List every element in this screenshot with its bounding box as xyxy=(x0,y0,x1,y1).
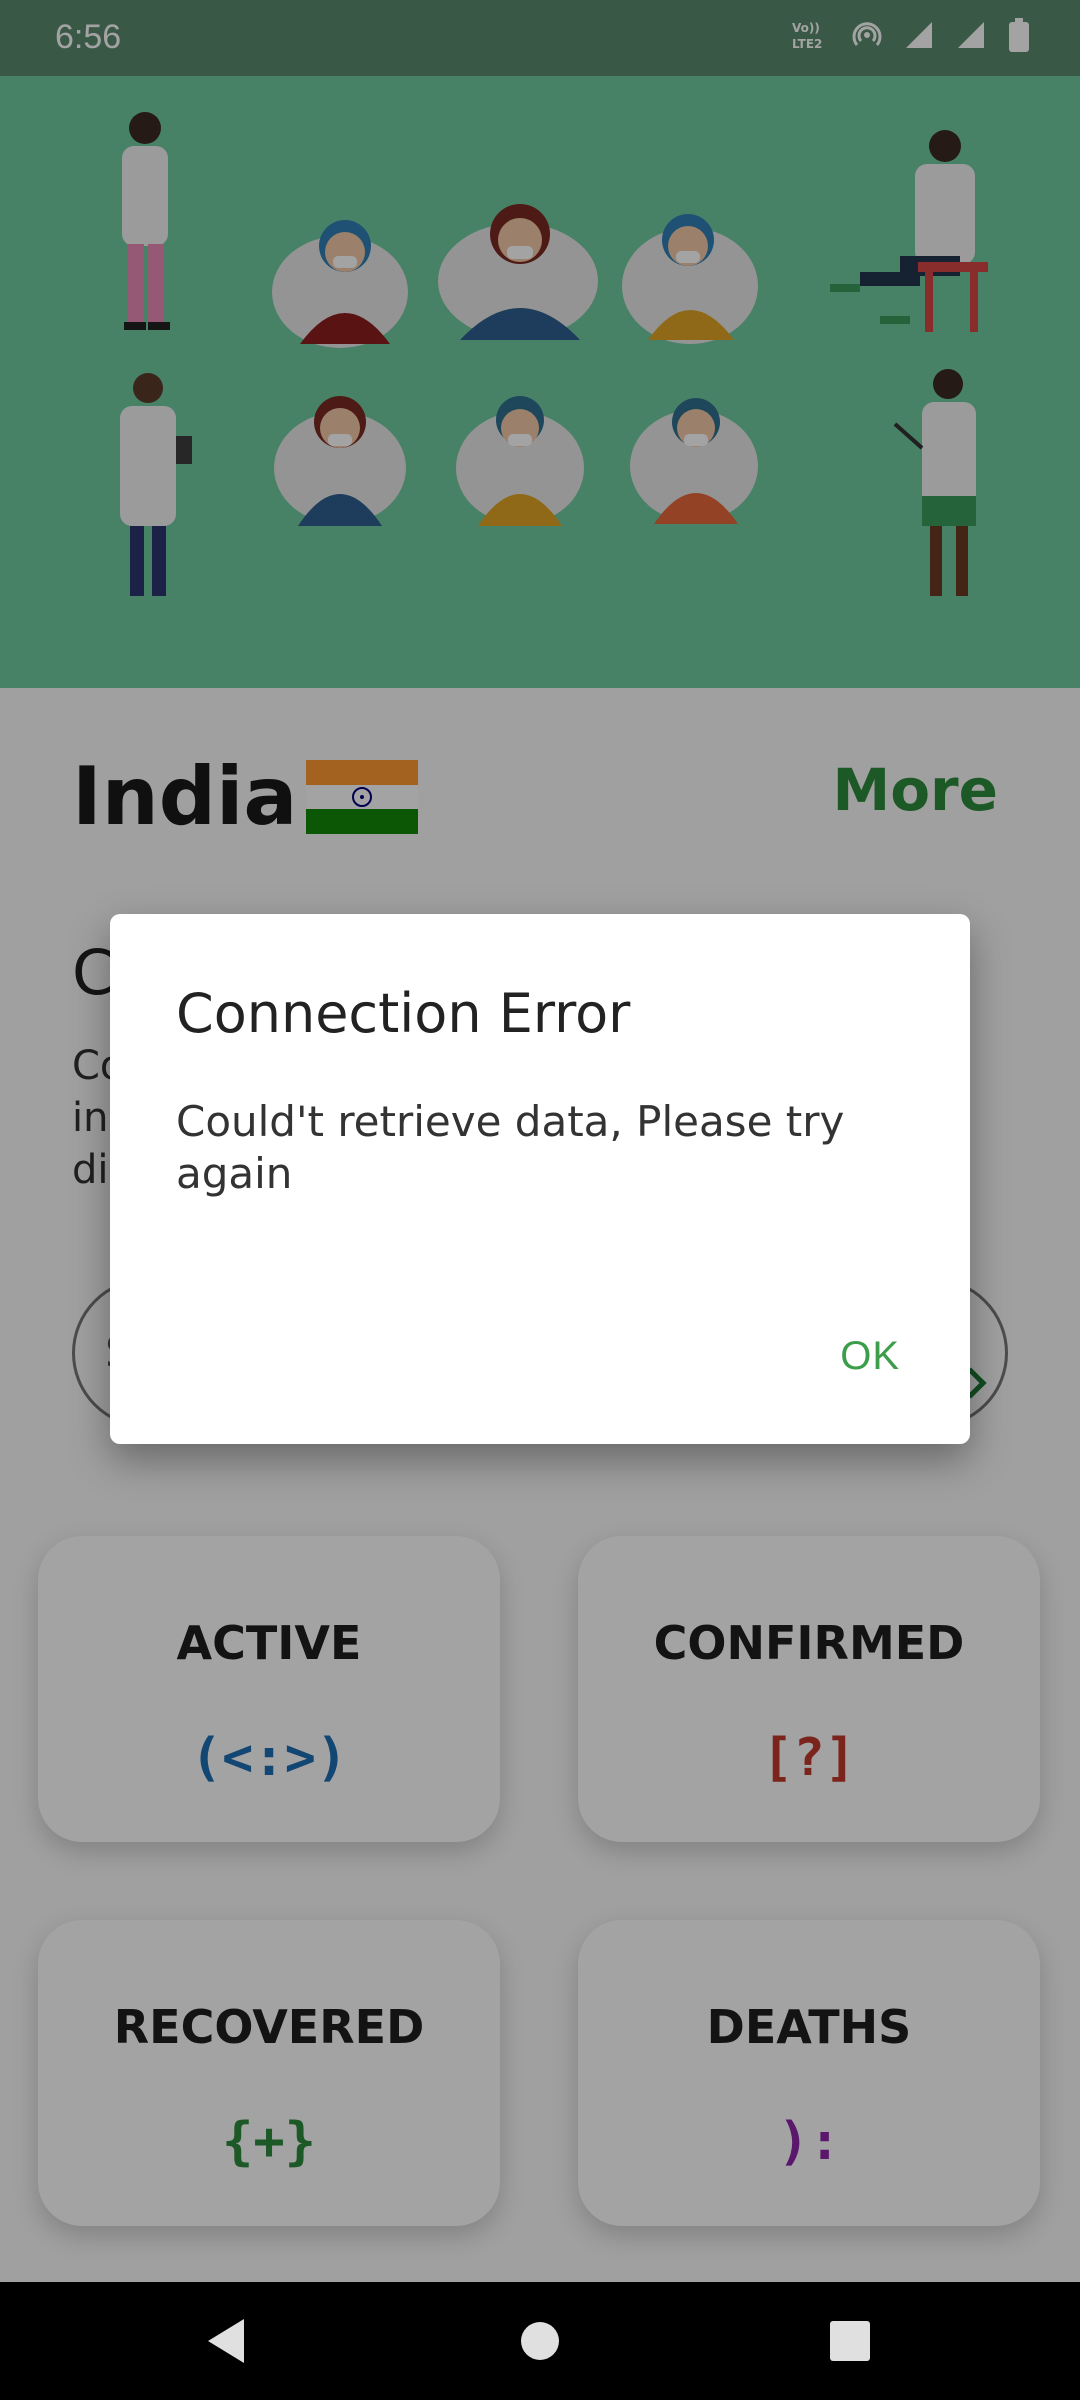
recents-button[interactable] xyxy=(790,2282,910,2400)
navigation-bar xyxy=(0,2282,1080,2400)
dialog-title: Connection Error xyxy=(176,982,631,1045)
home-icon xyxy=(521,2322,559,2360)
recents-icon xyxy=(830,2321,870,2361)
dialog-message: Could't retrieve data, Please try again xyxy=(176,1097,845,1198)
back-button[interactable] xyxy=(166,2282,286,2400)
ok-button[interactable]: OK xyxy=(840,1334,900,1379)
connection-error-dialog: Connection Error Could't retrieve data, … xyxy=(110,914,970,1444)
back-icon xyxy=(208,2319,244,2363)
home-button[interactable] xyxy=(480,2282,600,2400)
